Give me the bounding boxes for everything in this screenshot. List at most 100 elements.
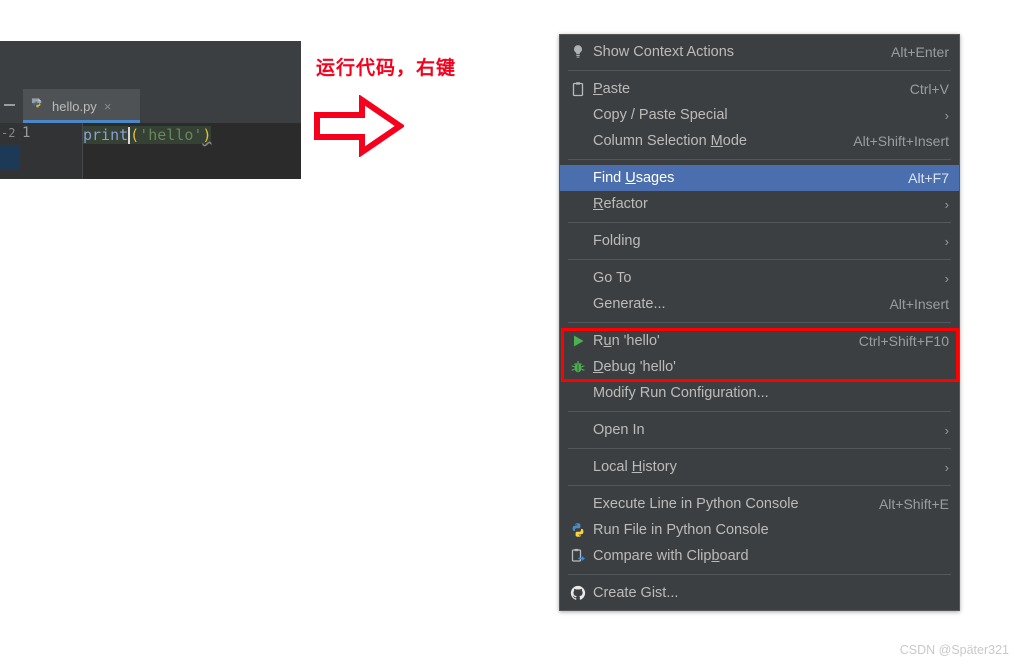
github-icon — [566, 583, 590, 603]
menu-item-refactor[interactable]: Refactor › — [560, 191, 959, 217]
menu-item-icon-placeholder — [566, 194, 590, 214]
editor-left-marker-gutter: -2 — [0, 123, 20, 179]
menu-separator — [568, 159, 951, 160]
close-icon[interactable]: × — [104, 99, 112, 114]
clipboard-icon — [566, 79, 590, 99]
python-icon — [566, 520, 590, 540]
menu-item-shortcut: Ctrl+Shift+F10 — [858, 333, 949, 349]
right-arrow-outline-icon — [314, 94, 406, 162]
menu-item-label: Open In — [593, 422, 645, 438]
menu-item-label: Run File in Python Console — [593, 522, 769, 538]
menu-item-generate[interactable]: Generate... Alt+Insert — [560, 291, 959, 317]
menu-item-label: Modify Run Configuration... — [593, 385, 769, 401]
annotation-text: 运行代码，右键 — [316, 57, 457, 79]
gutter-marker-label: -2 — [1, 126, 16, 140]
split-separator-icon — [4, 104, 15, 106]
menu-item-open-in[interactable]: Open In › — [560, 417, 959, 443]
python-file-icon — [31, 96, 46, 117]
code-token-function: print — [83, 126, 129, 144]
compare-clipboard-icon — [566, 546, 590, 566]
code-line-1[interactable]: print('hello') — [83, 123, 212, 147]
menu-item-shortcut: Ctrl+V — [909, 81, 949, 97]
menu-item-label: Copy / Paste Special — [593, 107, 728, 123]
menu-item-run-hello[interactable]: Run 'hello' Ctrl+Shift+F10 — [560, 328, 959, 354]
code-token-open-paren: ( — [130, 126, 140, 144]
menu-item-run-file-in-python-console[interactable]: Run File in Python Console — [560, 517, 959, 543]
menu-item-folding[interactable]: Folding › — [560, 228, 959, 254]
menu-item-icon-placeholder — [566, 131, 590, 151]
menu-item-icon-placeholder — [566, 494, 590, 514]
menu-item-create-gist[interactable]: Create Gist... — [560, 580, 959, 606]
menu-separator — [568, 485, 951, 486]
code-token-close-paren: ) — [202, 126, 212, 144]
menu-item-label: Execute Line in Python Console — [593, 496, 799, 512]
menu-separator — [568, 448, 951, 449]
menu-item-label: Run 'hello' — [593, 333, 660, 349]
chevron-right-icon: › — [944, 270, 949, 286]
menu-item-label: Folding — [593, 233, 641, 249]
menu-item-shortcut: Alt+Shift+E — [878, 496, 949, 512]
menu-item-label: Column Selection Mode — [593, 133, 747, 149]
menu-item-shortcut: Alt+Enter — [891, 44, 949, 60]
menu-item-icon-placeholder — [566, 420, 590, 440]
menu-item-label: Refactor — [593, 196, 648, 212]
code-token-string: 'hello' — [139, 126, 203, 144]
menu-item-label: Generate... — [593, 296, 666, 312]
menu-item-compare-with-clipboard[interactable]: Compare with Clipboard — [560, 543, 959, 569]
menu-item-label: Create Gist... — [593, 585, 679, 601]
menu-item-debug-hello[interactable]: Debug 'hello' — [560, 354, 959, 380]
watermark: CSDN @Später321 — [899, 643, 1009, 657]
menu-item-icon-placeholder — [566, 168, 590, 188]
chevron-right-icon: › — [944, 422, 949, 438]
run-play-icon — [566, 331, 590, 351]
menu-item-label: Go To — [593, 270, 632, 286]
lightbulb-icon — [566, 42, 590, 62]
editor-fragment: hello.py × -2 1 print('hello') — [0, 41, 301, 179]
line-number: 1 — [22, 125, 31, 141]
editor-toolbar-strip — [0, 41, 301, 90]
chevron-right-icon: › — [944, 233, 949, 249]
editor-tab-bar: hello.py × — [0, 89, 301, 123]
menu-item-icon-placeholder — [566, 231, 590, 251]
debug-bug-icon — [566, 357, 590, 377]
menu-item-column-selection-mode[interactable]: Column Selection Mode Alt+Shift+Insert — [560, 128, 959, 154]
menu-item-paste[interactable]: Paste Ctrl+V — [560, 76, 959, 102]
chevron-right-icon: › — [944, 196, 949, 212]
menu-item-label: Debug 'hello' — [593, 359, 676, 375]
menu-item-icon-placeholder — [566, 268, 590, 288]
menu-item-icon-placeholder — [566, 383, 590, 403]
menu-item-modify-run-configuration[interactable]: Modify Run Configuration... — [560, 380, 959, 406]
menu-separator — [568, 322, 951, 323]
menu-item-copy-paste-special[interactable]: Copy / Paste Special › — [560, 102, 959, 128]
menu-item-label: Show Context Actions — [593, 44, 735, 60]
gutter-highlight-marker — [0, 145, 20, 170]
menu-item-label: Local History — [593, 459, 677, 475]
editor-tab-hello-py[interactable]: hello.py × — [23, 89, 140, 123]
menu-item-icon-placeholder — [566, 294, 590, 314]
chevron-right-icon: › — [944, 107, 949, 123]
menu-item-find-usages[interactable]: Find Usages Alt+F7 — [560, 165, 959, 191]
menu-item-label: Find Usages — [593, 170, 675, 186]
menu-item-label: Compare with Clipboard — [593, 548, 749, 564]
menu-item-go-to[interactable]: Go To › — [560, 265, 959, 291]
menu-item-show-context-actions[interactable]: Show Context Actions Alt+Enter — [560, 39, 959, 65]
menu-item-execute-line-in-python-console[interactable]: Execute Line in Python Console Alt+Shift+… — [560, 491, 959, 517]
menu-item-shortcut: Alt+Insert — [889, 296, 949, 312]
menu-item-shortcut: Alt+Shift+Insert — [853, 133, 949, 149]
menu-item-icon-placeholder — [566, 457, 590, 477]
editor-body[interactable]: -2 1 print('hello') — [0, 123, 301, 179]
menu-item-local-history[interactable]: Local History › — [560, 454, 959, 480]
menu-separator — [568, 259, 951, 260]
menu-separator — [568, 574, 951, 575]
editor-context-menu[interactable]: Show Context Actions Alt+Enter Paste Ctrl+V… — [559, 34, 960, 611]
annotation-group: 运行代码，右键 — [314, 53, 516, 158]
menu-separator — [568, 411, 951, 412]
menu-separator — [568, 222, 951, 223]
chevron-right-icon: › — [944, 459, 949, 475]
menu-item-label: Paste — [593, 81, 631, 97]
editor-line-number-gutter: 1 — [20, 123, 83, 179]
editor-tab-label: hello.py — [52, 98, 97, 114]
menu-item-shortcut: Alt+F7 — [908, 170, 949, 186]
menu-separator — [568, 70, 951, 71]
menu-item-icon-placeholder — [566, 105, 590, 125]
